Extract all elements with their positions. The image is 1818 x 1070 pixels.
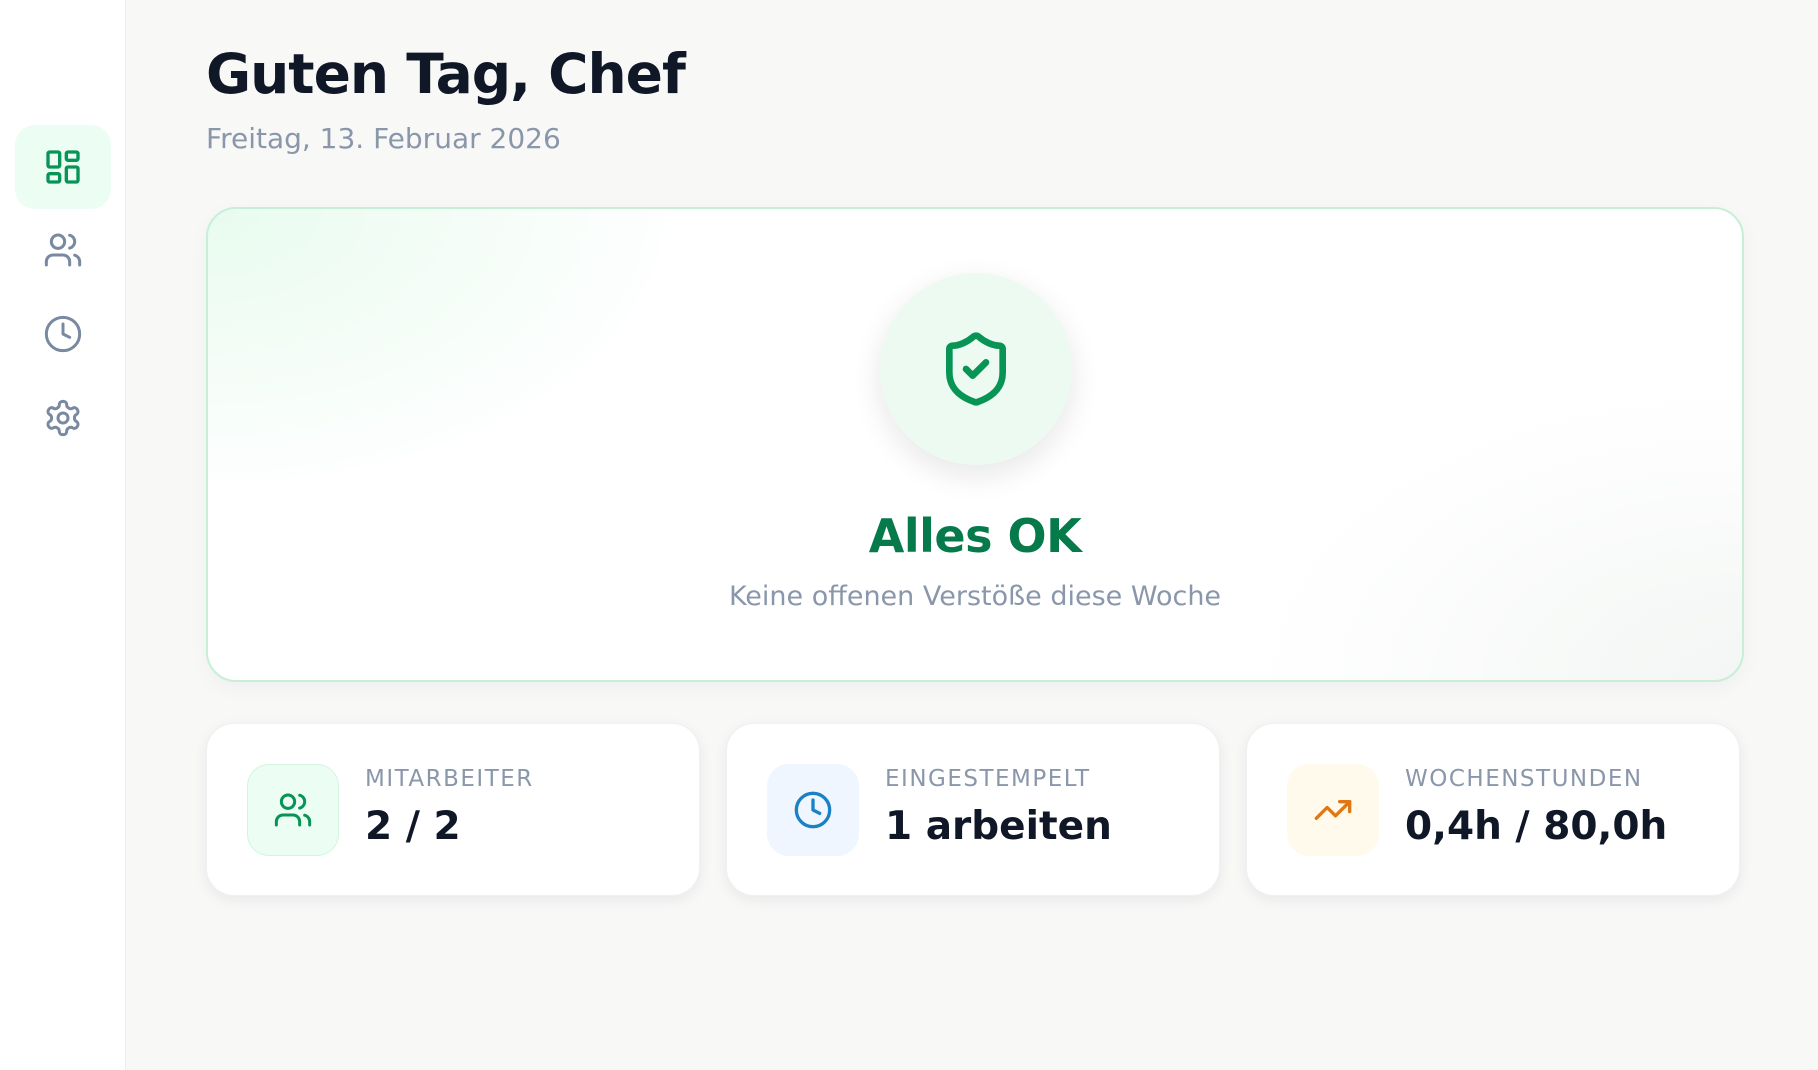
sidebar xyxy=(0,0,126,1070)
stat-value: 2 / 2 xyxy=(365,804,461,849)
clock-icon xyxy=(794,791,832,829)
stat-card-clocked-in: EINGESTEMPELT 1 arbeiten xyxy=(726,723,1220,896)
users-icon xyxy=(274,793,312,827)
stat-icon-box xyxy=(1287,764,1379,856)
stat-card-employees: MITARBEITER 2 / 2 xyxy=(206,723,700,896)
stat-card-weekly-hours: WOCHENSTUNDEN 0,4h / 80,0h xyxy=(1246,723,1740,896)
stat-value: 0,4h / 80,0h xyxy=(1405,804,1668,849)
status-title: Alles OK xyxy=(868,509,1082,563)
status-icon-circle xyxy=(880,273,1072,465)
main-content: Guten Tag, Chef Freitag, 13. Februar 202… xyxy=(126,0,1818,1070)
stat-icon-box xyxy=(767,764,859,856)
stat-label: MITARBEITER xyxy=(365,766,534,792)
stat-icon-box xyxy=(247,764,339,856)
trending-up-icon xyxy=(1314,800,1352,820)
status-subtitle: Keine offenen Verstöße diese Woche xyxy=(728,581,1222,612)
status-card: Alles OK Keine offenen Verstöße diese Wo… xyxy=(206,207,1744,682)
nav-time-tracking[interactable] xyxy=(15,292,111,376)
users-icon xyxy=(44,233,82,267)
current-date: Freitag, 13. Februar 2026 xyxy=(206,122,561,155)
page-title: Guten Tag, Chef xyxy=(206,42,686,106)
stat-label: WOCHENSTUNDEN xyxy=(1405,766,1643,792)
stat-label: EINGESTEMPELT xyxy=(885,766,1091,792)
clock-icon xyxy=(44,315,82,353)
shield-check-icon xyxy=(946,332,1006,406)
nav-dashboard[interactable] xyxy=(15,125,111,209)
gear-icon xyxy=(46,399,80,437)
stat-value: 1 arbeiten xyxy=(885,804,1112,849)
nav-settings[interactable] xyxy=(15,376,111,460)
dashboard-icon xyxy=(46,150,80,184)
nav-employees[interactable] xyxy=(15,208,111,292)
